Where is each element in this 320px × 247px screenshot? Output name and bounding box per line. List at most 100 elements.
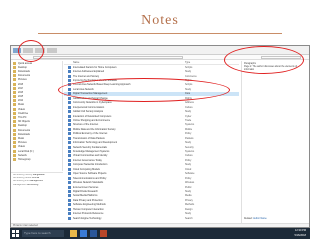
document-icon	[68, 96, 71, 100]
nav-item-label: 2018	[18, 82, 24, 86]
taskbar: Type here to search 12:30 PM 5/16/2018	[10, 228, 310, 239]
taskbar-search[interactable]: Type here to search	[22, 230, 64, 237]
file-type: Policy	[185, 176, 192, 180]
folder-icon	[13, 95, 16, 99]
address-input[interactable]	[33, 56, 183, 59]
nav-item-label: Quick access	[18, 61, 33, 65]
preview-pane: Paragraphs Page 2: The author discusses …	[241, 61, 309, 223]
file-name: Structure of the Internet	[73, 123, 99, 127]
file-type: Study	[185, 110, 192, 114]
file-type: Wireless	[185, 181, 195, 185]
document-icon	[68, 163, 71, 167]
taskbar-search-placeholder: Type here to search	[24, 231, 51, 235]
folder-icon	[13, 116, 16, 120]
preview-related: Related: Author Name	[244, 218, 267, 220]
slide-title: Notes	[141, 13, 179, 28]
file-type: Search	[185, 216, 193, 220]
document-icon	[68, 118, 71, 122]
document-icon	[68, 207, 71, 211]
nav-item-label: Desktop	[18, 65, 27, 69]
column-name[interactable]: Name	[73, 61, 185, 64]
nav-item-label: OneDrive	[18, 111, 29, 115]
folder-icon	[13, 128, 16, 132]
file-type: Study	[185, 70, 192, 74]
nav-item-label: 3D Objects	[18, 120, 30, 124]
clock-time: 12:30 PM	[294, 229, 306, 232]
document-icon	[68, 127, 71, 131]
nav-item-label: Homegroup	[18, 157, 31, 161]
document-icon	[68, 181, 71, 185]
file-type: Trade	[185, 118, 192, 122]
ribbon-tab-view[interactable]	[47, 48, 57, 53]
file-name: The Internet and Society	[73, 74, 100, 78]
table-row[interactable]: Search Engine Technology Search	[64, 216, 239, 220]
document-icon	[68, 65, 71, 69]
folder-icon	[13, 120, 16, 124]
file-type: Security	[185, 145, 194, 149]
document-icon	[68, 136, 71, 140]
file-type: Systems	[185, 123, 195, 127]
document-icon	[68, 172, 71, 176]
preview-related-value[interactable]: Author Name	[253, 218, 267, 220]
folder-icon	[13, 149, 16, 153]
file-explorer-taskbar-icon[interactable]	[70, 230, 77, 237]
file-type: Cloud	[185, 167, 192, 171]
document-icon	[68, 150, 71, 154]
file-type: Culture	[185, 154, 193, 158]
windows-start-icon[interactable]	[12, 230, 19, 237]
nav-item-label: Music	[18, 136, 25, 140]
details-value: Journal	[31, 177, 40, 180]
document-icon	[68, 167, 71, 171]
file-name: Search Engine Technology	[73, 216, 102, 220]
powerpoint-taskbar-icon[interactable]	[100, 230, 107, 237]
nav-item[interactable]: Homegroup	[11, 157, 62, 161]
file-type: Systems	[185, 150, 195, 154]
edge-taskbar-icon[interactable]	[80, 230, 87, 237]
file-type: Study	[185, 141, 192, 145]
file-name: Internet Governance Today	[73, 158, 102, 162]
file-name: Cloud Computing Models	[73, 167, 100, 171]
document-icon	[68, 216, 71, 220]
nav-item-label: Videos	[18, 145, 26, 149]
file-name: Data Privacy and Protection	[73, 198, 103, 202]
file-name: Open Source Software Projects	[73, 172, 107, 176]
document-icon	[68, 105, 71, 109]
word-taskbar-icon[interactable]	[90, 230, 97, 237]
folder-icon	[13, 157, 16, 161]
file-name: Mobile Data and the Information Society	[73, 127, 116, 131]
document-icon	[68, 154, 71, 158]
details-value: Accounting	[26, 183, 39, 186]
nav-item-label: Music	[18, 103, 25, 107]
file-type: Culture	[185, 105, 193, 109]
folder-icon	[13, 65, 16, 69]
nav-item-label: Pictures	[18, 141, 27, 145]
file-name: Interrelated Factors for Home Computers	[73, 65, 117, 69]
annotation-circle-window-icon	[18, 40, 44, 62]
folder-icon	[13, 99, 16, 103]
file-name: Computer Networks Introduction	[73, 163, 108, 167]
file-name: Human Computer Interaction	[73, 207, 104, 211]
folder-icon	[13, 145, 16, 149]
file-name: Interpersonal Communication	[73, 105, 105, 109]
file-name: Network Security Fundamentals	[73, 145, 107, 149]
file-type: Media	[185, 194, 192, 198]
file-type: Commerce	[185, 74, 197, 78]
document-icon	[68, 198, 71, 202]
preview-related-label: Related	[244, 218, 252, 220]
nav-item-label: Videos	[18, 107, 26, 111]
nav-item-label: Downloads	[18, 132, 30, 136]
document-icon	[68, 145, 71, 149]
file-name: Online Shopping and E-Commerce	[73, 118, 111, 122]
nav-item-label: Network	[18, 153, 27, 157]
status-bar: 35 items 1 item selected	[11, 223, 309, 227]
file-name: Wireless Network Standards	[73, 181, 104, 185]
details-value: Bangladesh	[32, 174, 45, 176]
folder-icon	[13, 69, 16, 73]
file-type: Software	[185, 172, 195, 176]
file-type: Design	[185, 207, 193, 211]
details-label: Management	[13, 183, 27, 186]
file-name: Social Media Platforms	[73, 194, 98, 198]
nav-item-label: Documents	[18, 74, 31, 78]
folder-icon	[13, 103, 16, 107]
taskbar-clock[interactable]: 12:30 PM 5/16/2018	[294, 229, 306, 238]
